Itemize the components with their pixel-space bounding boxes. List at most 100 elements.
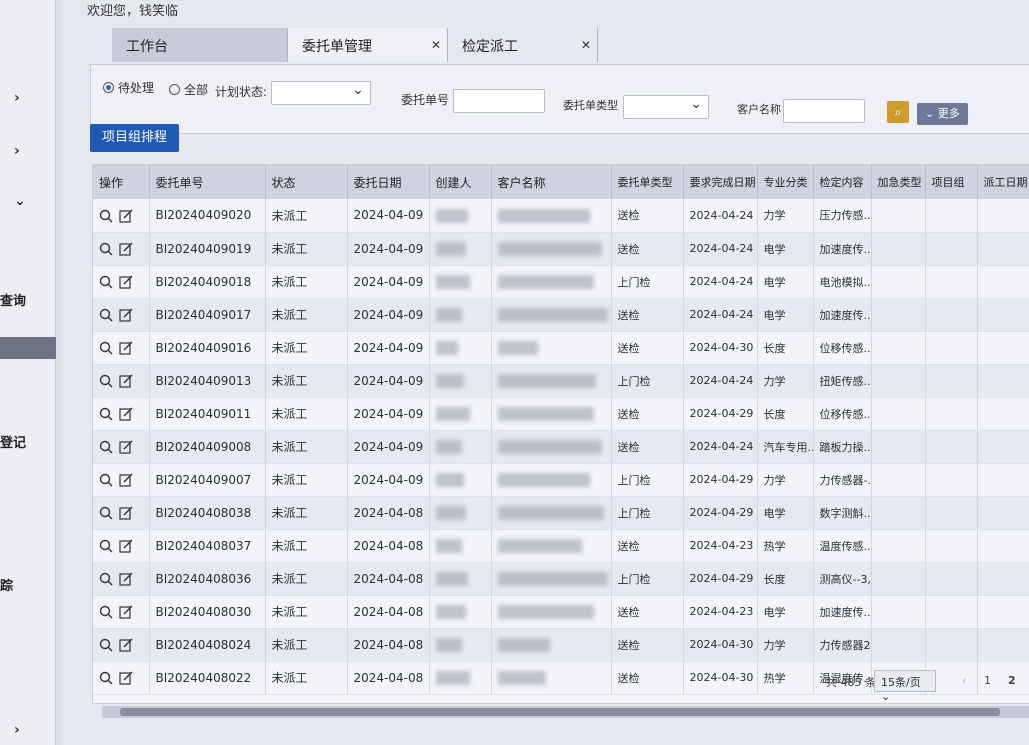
page-1[interactable]: 1 <box>984 674 991 687</box>
order-no-cell[interactable]: BI20240409019 <box>149 232 266 266</box>
sidebar-item-query[interactable]: 查询 <box>0 290 26 309</box>
schedule-button[interactable]: 项目组排程 <box>90 124 180 152</box>
edit-icon[interactable] <box>119 539 133 553</box>
radio-pending[interactable]: 待处理 <box>103 79 154 96</box>
radio-unchecked-icon[interactable] <box>169 84 180 95</box>
more-button[interactable]: ⌄ 更多 <box>917 103 968 125</box>
table-row[interactable]: BI20240409007 未派工 2024-04-09 上门检 2024-04-29 力… <box>93 463 1029 497</box>
redacted-text <box>497 571 608 586</box>
order-no-cell[interactable]: BI20240408022 <box>149 661 266 695</box>
table-row[interactable]: BI20240409020 未派工 2024-04-09 送检 2024-04-24 力学… <box>93 199 1029 233</box>
content-cell: 踏板力操... <box>813 430 872 464</box>
table-row[interactable]: BI20240408038 未派工 2024-04-08 上门检 2024-04-29 电… <box>93 496 1029 530</box>
search-button[interactable]: ⌕ <box>887 101 909 123</box>
close-icon[interactable]: ✕ <box>581 38 591 52</box>
order-no-cell[interactable]: BI20240409020 <box>149 199 266 233</box>
order-type-cell: 送检 <box>611 430 684 464</box>
customer-input[interactable] <box>783 99 865 123</box>
order-no-cell[interactable]: BI20240409007 <box>149 463 266 497</box>
order-type-select[interactable] <box>623 95 709 119</box>
order-no-cell[interactable]: BI20240408036 <box>149 562 266 596</box>
redacted-text <box>435 406 470 421</box>
view-icon[interactable] <box>99 275 113 289</box>
view-icon[interactable] <box>99 473 113 487</box>
table-row[interactable]: BI20240408036 未派工 2024-04-08 上门检 2024-04-29 长… <box>93 562 1029 596</box>
redacted-text <box>497 538 582 553</box>
view-icon[interactable] <box>99 638 113 652</box>
sidebar-item-register[interactable]: 登记 <box>0 432 26 451</box>
view-icon[interactable] <box>99 407 113 421</box>
edit-icon[interactable] <box>119 275 133 289</box>
status-cell: 未派工 <box>265 496 348 530</box>
row-actions <box>93 463 150 497</box>
view-icon[interactable] <box>99 539 113 553</box>
radio-all[interactable]: 全部 <box>169 81 208 98</box>
horizontal-scrollbar[interactable] <box>102 706 1029 718</box>
chevron-right-icon[interactable]: › <box>14 722 28 738</box>
edit-icon[interactable] <box>119 671 133 685</box>
tab-verification-dispatch[interactable]: 检定派工 ✕ <box>448 28 598 62</box>
view-icon[interactable] <box>99 209 113 223</box>
view-icon[interactable] <box>99 341 113 355</box>
order-no-cell[interactable]: BI20240408038 <box>149 496 266 530</box>
table-row[interactable]: BI20240409008 未派工 2024-04-09 送检 2024-04-24 汽车… <box>93 430 1029 464</box>
view-icon[interactable] <box>99 572 113 586</box>
edit-icon[interactable] <box>119 341 133 355</box>
table-row[interactable]: BI20240409017 未派工 2024-04-09 送检 2024-04-24 电学… <box>93 298 1029 332</box>
order-no-cell[interactable]: BI20240408037 <box>149 529 266 563</box>
close-icon[interactable]: ✕ <box>431 38 441 52</box>
customer-cell <box>491 232 612 266</box>
tab-workbench[interactable]: 工作台 <box>112 28 288 62</box>
edit-icon[interactable] <box>119 605 133 619</box>
prev-page-icon[interactable]: ‹ <box>962 674 966 687</box>
edit-icon[interactable] <box>119 374 133 388</box>
edit-icon[interactable] <box>119 638 133 652</box>
plan-status-select[interactable] <box>271 81 371 105</box>
radio-checked-icon[interactable] <box>103 82 114 93</box>
view-icon[interactable] <box>99 671 113 685</box>
view-icon[interactable] <box>99 308 113 322</box>
table-row[interactable]: BI20240409018 未派工 2024-04-09 上门检 2024-04-24 电… <box>93 265 1029 299</box>
view-icon[interactable] <box>99 506 113 520</box>
tab-order-management[interactable]: 委托单管理 ✕ <box>288 28 448 62</box>
edit-icon[interactable] <box>119 242 133 256</box>
table-row[interactable]: BI20240409019 未派工 2024-04-09 送检 2024-04-24 电学… <box>93 232 1029 266</box>
view-icon[interactable] <box>99 374 113 388</box>
customer-cell <box>491 265 612 299</box>
edit-icon[interactable] <box>119 209 133 223</box>
order-no-cell[interactable]: BI20240409008 <box>149 430 266 464</box>
view-icon[interactable] <box>99 242 113 256</box>
order-no-cell[interactable]: BI20240408030 <box>149 595 266 629</box>
view-icon[interactable] <box>99 440 113 454</box>
edit-icon[interactable] <box>119 506 133 520</box>
order-no-cell[interactable]: BI20240409016 <box>149 331 266 365</box>
table-row[interactable]: BI20240409011 未派工 2024-04-09 送检 2024-04-29 长度… <box>93 397 1029 431</box>
table-row[interactable]: BI20240408030 未派工 2024-04-08 送检 2024-04-23 电学… <box>93 595 1029 629</box>
order-no-cell[interactable]: BI20240409018 <box>149 265 266 299</box>
table-row[interactable]: BI20240409013 未派工 2024-04-09 上门检 2024-04-24 力… <box>93 364 1029 398</box>
table-row[interactable]: BI20240408037 未派工 2024-04-08 送检 2024-04-23 热学… <box>93 529 1029 563</box>
order-no-cell[interactable]: BI20240409017 <box>149 298 266 332</box>
sidebar-active-item[interactable] <box>0 337 56 359</box>
edit-icon[interactable] <box>119 473 133 487</box>
edit-icon[interactable] <box>119 572 133 586</box>
project-group-cell <box>925 430 978 464</box>
chevron-right-icon[interactable]: › <box>14 90 28 106</box>
table-row[interactable]: BI20240408024 未派工 2024-04-08 送检 2024-04-30 力学… <box>93 628 1029 662</box>
edit-icon[interactable] <box>119 407 133 421</box>
order-no-input[interactable] <box>453 89 545 113</box>
scrollbar-thumb[interactable] <box>120 708 1000 716</box>
chevron-right-icon[interactable]: › <box>14 143 28 159</box>
order-no-cell[interactable]: BI20240408024 <box>149 628 266 662</box>
order-no-cell[interactable]: BI20240409011 <box>149 397 266 431</box>
view-icon[interactable] <box>99 605 113 619</box>
page-size-select[interactable]: 15条/页 ⌄ <box>874 670 936 703</box>
edit-icon[interactable] <box>119 308 133 322</box>
redacted-text <box>435 307 462 322</box>
sidebar-item-track[interactable]: 踪 <box>0 575 13 594</box>
order-no-cell[interactable]: BI20240409013 <box>149 364 266 398</box>
edit-icon[interactable] <box>119 440 133 454</box>
chevron-down-icon[interactable]: ⌄ <box>14 193 28 209</box>
page-2[interactable]: 2 <box>1008 674 1016 687</box>
table-row[interactable]: BI20240409016 未派工 2024-04-09 送检 2024-04-30 长度… <box>93 331 1029 365</box>
